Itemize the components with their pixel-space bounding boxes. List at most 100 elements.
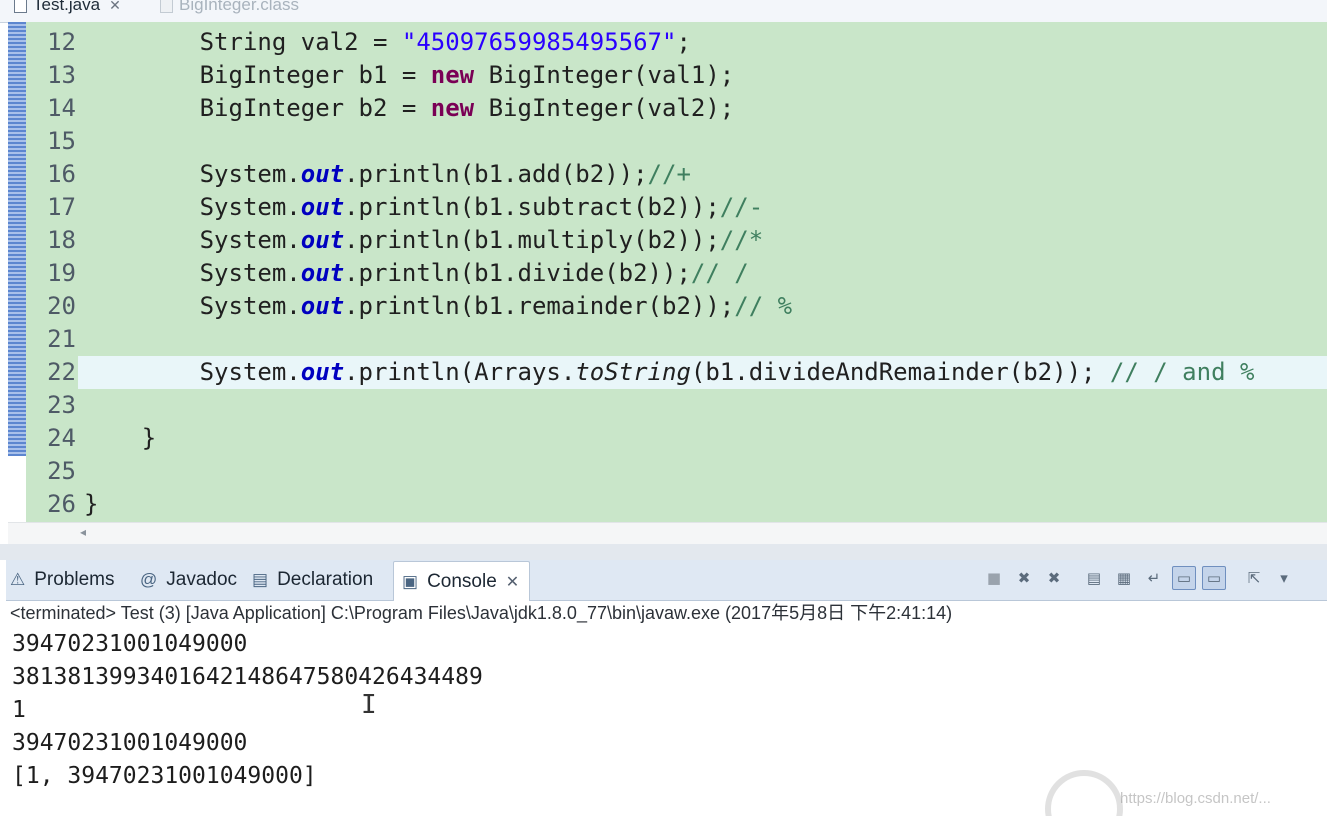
code-token: } xyxy=(84,424,157,452)
tab-problems[interactable]: ⚠ Problems xyxy=(10,562,115,598)
code-line: BigInteger b1 = new BigInteger(val1); xyxy=(84,59,1254,92)
code-token: "45097659985495567" xyxy=(401,28,677,56)
console-toolbar: ■ ✖ ✖ ▤ ▦ ↵ ▭ ▭ ⇱ ▾ xyxy=(982,566,1302,590)
code-token: .println(b1.multiply(b2)); xyxy=(344,226,720,254)
view-tab-bar: ⚠ Problems @ Javadoc ▤ Declaration ▣ Con… xyxy=(6,560,1327,601)
console-output-line: 39470231001049000 xyxy=(12,730,248,756)
code-line: } xyxy=(84,488,1254,521)
console-output-line: [1, 39470231001049000] xyxy=(12,763,317,789)
code-token: BigInteger(val2); xyxy=(474,94,735,122)
watermark-text: https://blog.csdn.net/... xyxy=(1120,790,1271,807)
code-lines: String val2 = "45097659985495567"; BigIn… xyxy=(84,26,1254,521)
editor-tab-label: BigInteger.class xyxy=(179,0,300,14)
code-token: // / and % xyxy=(1109,358,1255,386)
code-token: (b1.divideAndRemainder(b2)); xyxy=(690,358,1110,386)
code-token: toString xyxy=(575,358,691,386)
line-number: 25 xyxy=(47,457,76,485)
java-file-icon xyxy=(14,0,27,13)
terminate-icon[interactable]: ■ xyxy=(982,566,1006,590)
clear-console-icon[interactable]: ▤ xyxy=(1082,566,1106,590)
line-number: 16 xyxy=(47,160,76,188)
code-token: // % xyxy=(734,292,793,320)
code-line: } xyxy=(84,422,1254,455)
console-status-line: <terminated> Test (3) [Java Application]… xyxy=(10,603,953,623)
code-token: System. xyxy=(84,358,301,386)
code-line: System.out.println(b1.multiply(b2));//* xyxy=(84,224,1254,257)
code-token: out xyxy=(300,193,345,221)
tab-label: Problems xyxy=(34,569,115,590)
show-on-stdout-icon[interactable]: ▭ xyxy=(1172,566,1196,590)
line-number: 20 xyxy=(47,292,76,320)
code-token: //- xyxy=(719,193,764,221)
code-token: BigInteger b1 = xyxy=(84,61,431,89)
code-token: // / xyxy=(690,259,749,287)
problems-icon: ⚠ xyxy=(10,570,26,589)
editor-tab-label: Test.java xyxy=(33,0,101,14)
line-numbers: 12 13 14 15 16 17 18 19 20 21 22 23 24 25 26 xyxy=(26,26,76,521)
code-token: out xyxy=(300,160,345,188)
code-token: out xyxy=(300,292,345,320)
line-number: 26 xyxy=(47,490,76,518)
remove-all-terminated-icon[interactable]: ✖ xyxy=(1042,566,1066,590)
code-token: new xyxy=(430,61,475,89)
view-divider xyxy=(0,544,1327,560)
code-text-area[interactable]: String val2 = "45097659985495567"; BigIn… xyxy=(78,22,1327,522)
line-number-gutter: 12 13 14 15 16 17 18 19 20 21 22 23 24 25 26 xyxy=(26,22,78,522)
code-token: .println(b1.divide(b2)); xyxy=(344,259,691,287)
code-token: //* xyxy=(719,226,764,254)
console-output-line: 39470231001049000 xyxy=(12,631,248,657)
code-line: String val2 = "45097659985495567"; xyxy=(84,26,1254,59)
javadoc-icon: @ xyxy=(140,570,158,589)
code-line: System.out.println(b1.add(b2));//+ xyxy=(84,158,1254,191)
declaration-icon: ▤ xyxy=(252,570,269,589)
console-output[interactable]: 39470231001049000 3813813993401642148647… xyxy=(12,628,483,793)
close-icon[interactable]: ✕ xyxy=(109,0,121,14)
code-token: out xyxy=(300,259,345,287)
editor-tab-biginteger-class[interactable]: BigInteger.class xyxy=(160,0,299,16)
code-token: System. xyxy=(84,292,301,320)
editor-tab-bar: Test.java ✕ BigInteger.class xyxy=(0,0,1327,23)
text-cursor-icon: I xyxy=(361,690,377,720)
class-file-icon xyxy=(160,0,173,13)
line-number: 13 xyxy=(47,61,76,89)
code-editor[interactable]: 12 13 14 15 16 17 18 19 20 21 22 23 24 25 26 String va… xyxy=(8,22,1327,545)
code-token: BigInteger b2 = xyxy=(84,94,431,122)
code-token: val2 xyxy=(300,28,359,56)
display-console-icon[interactable]: ▾ xyxy=(1272,566,1296,590)
horizontal-scrollbar[interactable]: ◂ xyxy=(8,522,1327,545)
pin-console-icon[interactable]: ⇱ xyxy=(1242,566,1266,590)
line-number: 17 xyxy=(47,193,76,221)
line-number: 24 xyxy=(47,424,76,452)
code-token: .println(Arrays. xyxy=(344,358,576,386)
code-line: System.out.println(b1.remainder(b2));// … xyxy=(84,290,1254,323)
remove-launch-icon[interactable]: ✖ xyxy=(1012,566,1036,590)
watermark-logo xyxy=(1045,770,1123,816)
word-wrap-icon[interactable]: ↵ xyxy=(1142,566,1166,590)
code-token: out xyxy=(300,226,345,254)
code-token: System. xyxy=(84,226,301,254)
code-line: System.out.println(b1.subtract(b2));//- xyxy=(84,191,1254,224)
code-token: = xyxy=(358,28,402,56)
tab-declaration[interactable]: ▤ Declaration xyxy=(252,562,373,598)
code-token: System. xyxy=(84,259,301,287)
tab-label: Javadoc xyxy=(166,569,238,590)
tab-javadoc[interactable]: @ Javadoc xyxy=(140,562,237,598)
show-on-stderr-icon[interactable]: ▭ xyxy=(1202,566,1226,590)
close-icon[interactable]: ✕ xyxy=(506,572,519,592)
scroll-lock-icon[interactable]: ▦ xyxy=(1112,566,1136,590)
line-number: 22 xyxy=(47,358,76,386)
line-number: 15 xyxy=(47,127,76,155)
code-token: String xyxy=(84,28,301,56)
editor-tab-test-java[interactable]: Test.java ✕ xyxy=(14,0,121,16)
code-token: ; xyxy=(676,28,691,56)
change-ruler xyxy=(8,22,26,456)
tab-console[interactable]: ▣ Console ✕ xyxy=(393,561,531,601)
code-token: .println(b1.add(b2)); xyxy=(344,160,648,188)
line-number: 21 xyxy=(47,325,76,353)
scroll-left-icon[interactable]: ◂ xyxy=(80,525,86,539)
code-token: .println(b1.remainder(b2)); xyxy=(344,292,735,320)
